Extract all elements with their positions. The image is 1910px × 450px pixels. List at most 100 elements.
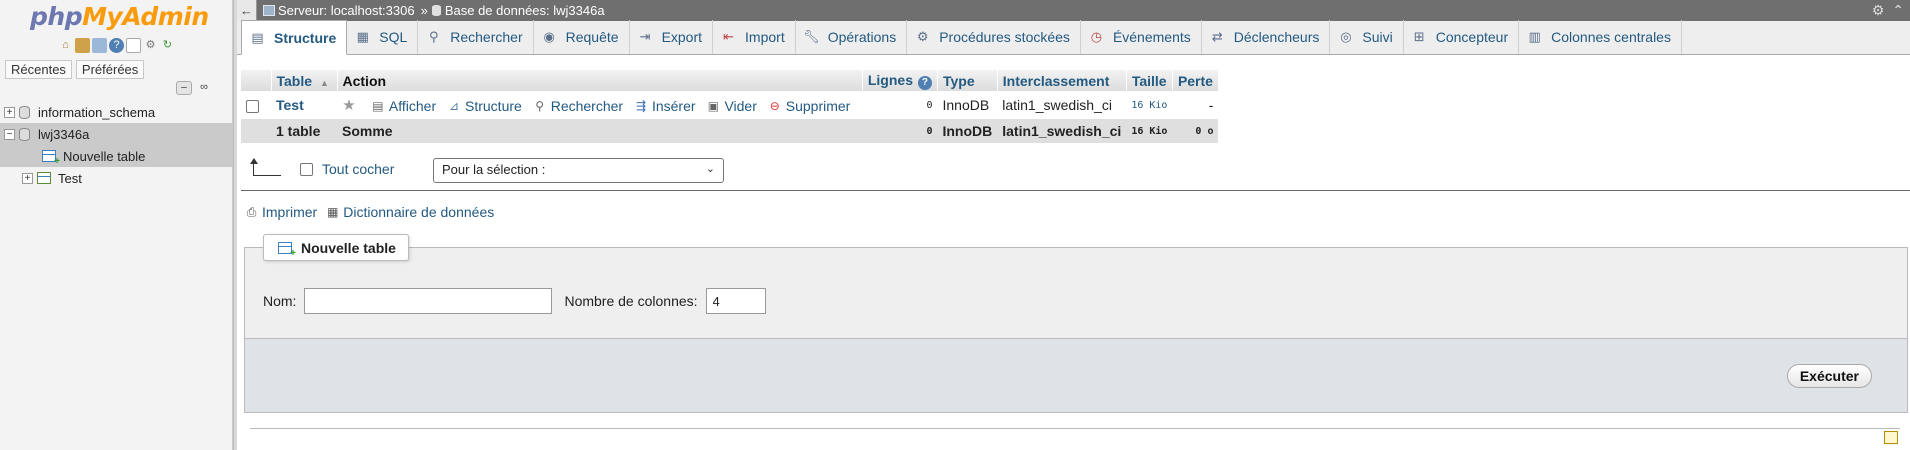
insert-action[interactable]: ⇶ Insérer — [634, 98, 696, 114]
breadcrumb-server[interactable]: Serveur: localhost:3306 — [263, 3, 415, 18]
summary-rows: 0 — [862, 119, 938, 143]
breadcrumb-database[interactable]: Base de données: lwj3346a — [431, 3, 605, 18]
favorite-star-icon[interactable]: ★ — [342, 97, 360, 114]
rows-count-cell: 0 — [862, 91, 938, 119]
print-link[interactable]: ⎙ Imprimer — [244, 204, 318, 220]
overhead-cell: - — [1172, 91, 1219, 119]
tab-routines[interactable]: ⚙ Procédures stockées — [907, 20, 1081, 54]
help-icon[interactable]: ? — [917, 75, 932, 90]
query-window-icon[interactable] — [92, 38, 107, 53]
gear-icon[interactable]: ⚙ — [143, 38, 158, 53]
tab-central-columns[interactable]: ▥ Colonnes centrales — [1519, 20, 1682, 54]
tables-list: Table ▲ Action Lignes? Type Interclasseme… — [241, 70, 1219, 143]
nav-icon-bar: ⌂ ? ⚙ ↻ — [58, 38, 175, 53]
check-all-label[interactable]: Tout cocher — [322, 161, 394, 177]
documentation-icon[interactable] — [126, 38, 141, 53]
header-size[interactable]: Taille — [1126, 70, 1173, 91]
routines-icon: ⚙ — [916, 29, 929, 44]
empty-action[interactable]: ▣ Vider — [706, 98, 757, 114]
divider — [241, 190, 1910, 191]
phpmyadmin-logo[interactable]: phpMyAdmin — [30, 2, 209, 32]
summary-collation: latin1_swedish_ci — [997, 119, 1127, 143]
browse-action[interactable]: ▤ Afficher — [371, 98, 436, 114]
tab-events[interactable]: ◷ Événements — [1081, 20, 1202, 54]
table-name-cell: Test — [271, 91, 337, 119]
tab-triggers[interactable]: ⇄ Déclencheurs — [1202, 20, 1331, 54]
tree-item-new-table[interactable]: Nouvelle table — [0, 145, 233, 167]
settings-gear-icon[interactable]: ⚙ — [1872, 2, 1885, 19]
summary-count: 1 table — [271, 119, 337, 143]
recent-tables-button[interactable]: Récentes — [5, 60, 72, 79]
table-name-input[interactable] — [304, 288, 553, 314]
size-cell: 16 Kio — [1126, 91, 1173, 119]
logout-icon[interactable] — [75, 38, 90, 53]
collapse-icon[interactable]: − — [4, 128, 15, 140]
browse-icon: ▤ — [372, 98, 384, 113]
tree-item-label[interactable]: information_schema — [38, 105, 155, 120]
tree-item-label[interactable]: Test — [58, 171, 82, 186]
tab-operations[interactable]: 🔧︎ Opérations — [796, 20, 908, 54]
tab-search[interactable]: ⚲ Rechercher — [418, 20, 534, 54]
console-icon[interactable] — [1884, 431, 1898, 444]
drop-icon: ⊖ — [769, 98, 780, 113]
help-icon[interactable]: ? — [109, 38, 124, 53]
header-checkbox-col — [241, 70, 272, 91]
type-cell: InnoDB — [937, 91, 998, 119]
breadcrumb-separator: » — [420, 3, 428, 18]
designer-icon: ⊞ — [1413, 29, 1425, 44]
link-with-main-icon[interactable]: ∞ — [196, 81, 212, 95]
reload-icon[interactable]: ↻ — [160, 38, 175, 53]
search-action[interactable]: ⚲ Rechercher — [533, 98, 623, 114]
collapse-all-icon[interactable]: − — [176, 81, 192, 95]
tab-sql[interactable]: ▦ SQL — [347, 20, 419, 54]
tree-item-test[interactable]: + Test — [0, 167, 233, 189]
favorite-tables-button[interactable]: Préférées — [75, 60, 145, 79]
tab-export[interactable]: ⇥ Export — [630, 20, 714, 54]
structure-icon: ⊿ — [448, 98, 460, 113]
drop-action[interactable]: ⊖ Supprimer — [768, 98, 851, 114]
create-table-form-row: Nom: Nombre de colonnes: — [263, 288, 766, 314]
tree-item-information-schema[interactable]: + information_schema — [0, 101, 233, 123]
expand-icon[interactable]: + — [22, 172, 33, 184]
chevron-down-icon: ⌄ — [705, 163, 715, 175]
nav-resizer[interactable] — [233, 0, 237, 450]
collapse-top-icon[interactable]: ⌃ — [1892, 2, 1904, 19]
navigation-panel: phpMyAdmin ⌂ ? ⚙ ↻ Récentes Préférées − … — [0, 0, 233, 450]
check-all[interactable]: Tout cocher — [300, 161, 394, 177]
table-row: Test ★ ▤ Afficher ⊿ Structure ⚲ Rechercher … — [241, 91, 1219, 119]
header-rows[interactable]: Lignes? — [862, 70, 938, 91]
summary-row: 1 table Somme 0 InnoDB latin1_swedish_ci… — [241, 119, 1219, 143]
structure-action[interactable]: ⊿ Structure — [447, 98, 522, 114]
header-type[interactable]: Type — [937, 70, 998, 91]
header-table[interactable]: Table ▲ — [271, 70, 338, 91]
tab-tracking[interactable]: ◎ Suivi — [1330, 20, 1404, 54]
tab-import[interactable]: ⇤ Import — [713, 20, 796, 54]
execute-button[interactable]: Exécuter — [1786, 364, 1872, 388]
tree-item-label[interactable]: lwj3346a — [38, 127, 89, 142]
header-overhead[interactable]: Perte — [1172, 70, 1219, 91]
header-collation[interactable]: Interclassement — [997, 70, 1127, 91]
tree-item-lwj3346a[interactable]: − lwj3346a — [0, 123, 233, 145]
wrench-icon: 🔧︎ — [802, 29, 820, 44]
data-dictionary-link[interactable]: ▦ Dictionnaire de données — [325, 204, 494, 220]
search-icon: ⚲ — [535, 98, 545, 113]
home-icon[interactable]: ⌂ — [58, 38, 73, 53]
table-name-link[interactable]: Test — [276, 97, 304, 113]
expand-icon[interactable]: + — [4, 106, 15, 118]
top-right-tools: ⚙ ⌃ — [1872, 2, 1904, 19]
new-table-icon — [42, 150, 60, 167]
num-columns-input[interactable] — [705, 288, 766, 314]
row-checkbox[interactable] — [246, 99, 259, 113]
with-selected-select[interactable]: Pour la sélection : ⌄ — [433, 158, 724, 183]
arrow-up-icon — [250, 158, 281, 176]
server-icon — [263, 5, 275, 16]
tab-query[interactable]: ◉ Requête — [534, 20, 630, 54]
tab-designer[interactable]: ⊞ Concepteur — [1404, 20, 1520, 54]
collation-cell: latin1_swedish_ci — [997, 91, 1127, 119]
clock-icon: ◷ — [1090, 29, 1103, 44]
tab-structure[interactable]: ▤ Structure — [241, 20, 348, 55]
tree-item-label[interactable]: Nouvelle table — [63, 149, 145, 164]
database-icon — [431, 5, 441, 16]
check-all-checkbox[interactable] — [300, 162, 313, 176]
back-arrow-icon[interactable]: ← — [237, 0, 257, 21]
